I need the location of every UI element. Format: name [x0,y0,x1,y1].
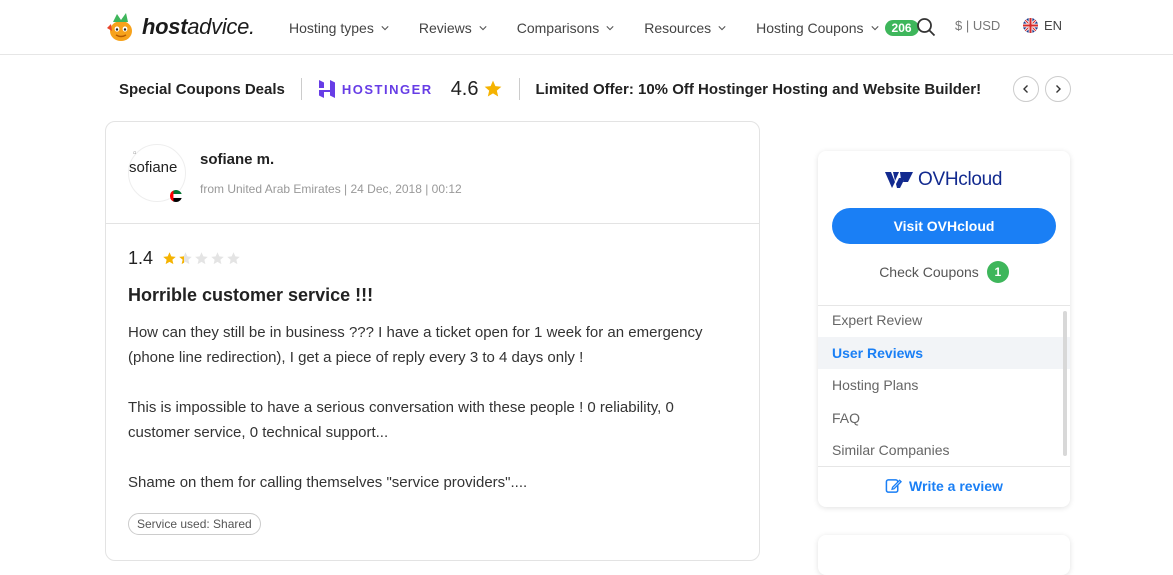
star-icon [179,252,192,265]
service-used-tag: Service used: Shared [128,513,261,535]
hostadvice-logo[interactable]: hostadvice. [104,10,255,44]
sidebar-item-user-reviews[interactable]: User Reviews [818,336,1070,369]
nav-label: Reviews [418,19,472,36]
reviewer-meta: from United Arab Emirates | 24 Dec, 2018… [200,182,462,196]
hostadvice-mascot-icon [107,13,132,41]
hostinger-logo[interactable]: HOSTINGER [318,79,433,99]
logo-text: hostadvice. [142,14,255,39]
chevron-down-icon [479,25,487,30]
star-icon [163,252,176,265]
review-paragraph: Shame on them for calling themselves "se… [128,474,528,491]
divider [106,223,759,224]
check-coupons-link[interactable]: Check Coupons 1 [818,261,1070,283]
coupon-strip-title: Special Coupons Deals [119,80,285,98]
sidebar-item-expert-review[interactable]: Expert Review [818,304,1070,337]
currency-selector[interactable]: $ | USD [955,18,1000,33]
ovhcloud-logo[interactable]: OVHcloud [884,169,1003,191]
chevron-right-icon [1056,85,1061,93]
nav-hosting-types[interactable]: Hosting types [289,20,389,36]
review-score: 1.4 [128,248,242,269]
divider [818,466,1070,467]
uae-flag-icon [169,189,183,203]
coupon-strip: Special Coupons Deals HOSTINGER 4.6 Limi… [119,74,1071,104]
sidebar-item-similar-companies[interactable]: Similar Companies [818,434,1070,467]
star-icon [195,252,208,265]
nav-label: Resources [644,19,712,36]
sidebar-scrollbar[interactable] [1063,311,1067,456]
star-rating [162,251,242,266]
nav-label: Hosting Coupons [756,19,864,36]
divider [300,78,302,100]
chevron-down-icon [606,25,614,30]
hostinger-mark-icon [318,80,335,98]
language-selector[interactable]: EN [1023,18,1062,33]
star-icon [484,80,501,97]
review-paragraph: This is impossible to have a serious con… [128,399,674,441]
nav-reviews[interactable]: Reviews [419,20,487,36]
uk-flag-icon [1023,18,1038,33]
coupon-count-badge: 1 [986,261,1009,283]
reviewer-name: sofiane m. [200,151,275,168]
broken-image-icon: ▫ [133,148,137,159]
reviewer-header: ▫ sofiane sofiane m. from United Arab Em… [128,144,462,203]
top-navigation: hostadvice. Hosting types Reviews Compar… [0,0,1173,55]
main-nav: Hosting types Reviews Comparisons Resour… [289,0,949,55]
avatar: ▫ sofiane [128,144,186,203]
score-value: 1.4 [128,248,154,268]
sidebar-card-secondary [818,535,1070,575]
nav-hosting-coupons[interactable]: Hosting Coupons 206 [756,19,919,36]
sidebar-item-faq[interactable]: FAQ [818,402,1070,435]
star-icon [227,252,240,265]
nav-comparisons[interactable]: Comparisons [517,20,614,36]
nav-label: Comparisons [516,19,600,36]
review-body: How can they still be in business ??? I … [128,320,728,520]
carousel-next-button[interactable] [1045,76,1071,102]
sidebar-item-hosting-plans[interactable]: Hosting Plans [818,369,1070,402]
search-icon[interactable] [916,17,936,37]
nav-label: Hosting types [289,19,374,36]
chevron-down-icon [718,25,726,30]
rating-value: 4.6 [450,77,479,100]
reviewer-info: sofiane m. from United Arab Emirates | 2… [200,144,462,202]
hostinger-rating: 4.6 [451,78,503,101]
avatar-alt-text: sofiane [129,159,178,176]
chevron-left-icon [1023,85,1028,93]
visit-company-button[interactable]: Visit OVHcloud [832,208,1056,244]
check-coupons-label: Check Coupons [879,264,979,280]
company-sidebar-card: OVHcloud Visit OVHcloud Check Coupons 1 … [818,151,1070,507]
coupon-offer-text[interactable]: Limited Offer: 10% Off Hostinger Hosting… [536,81,982,98]
ovhcloud-mark-icon [885,172,913,188]
nav-resources[interactable]: Resources [644,20,726,36]
ovhcloud-brand-text: OVHcloud [918,169,1003,190]
star-icon [211,252,224,265]
coupon-count-badge: 206 [884,19,919,36]
chevron-down-icon [870,25,879,30]
write-review-link[interactable]: Write a review [818,477,1070,494]
write-review-label: Write a review [909,477,1003,494]
sidebar-menu: Expert Review User Reviews Hosting Plans… [818,304,1070,467]
carousel-controls [1007,76,1071,102]
hostinger-brand-text: HOSTINGER [341,81,433,97]
language-label: EN [1044,18,1063,33]
chevron-down-icon [381,25,389,30]
review-card: ▫ sofiane sofiane m. from United Arab Em… [105,121,760,561]
carousel-prev-button[interactable] [1013,76,1039,102]
edit-icon [885,479,903,493]
review-title: Horrible customer service !!! [128,285,374,305]
review-paragraph: How can they still be in business ??? I … [128,324,703,366]
divider [518,78,520,100]
